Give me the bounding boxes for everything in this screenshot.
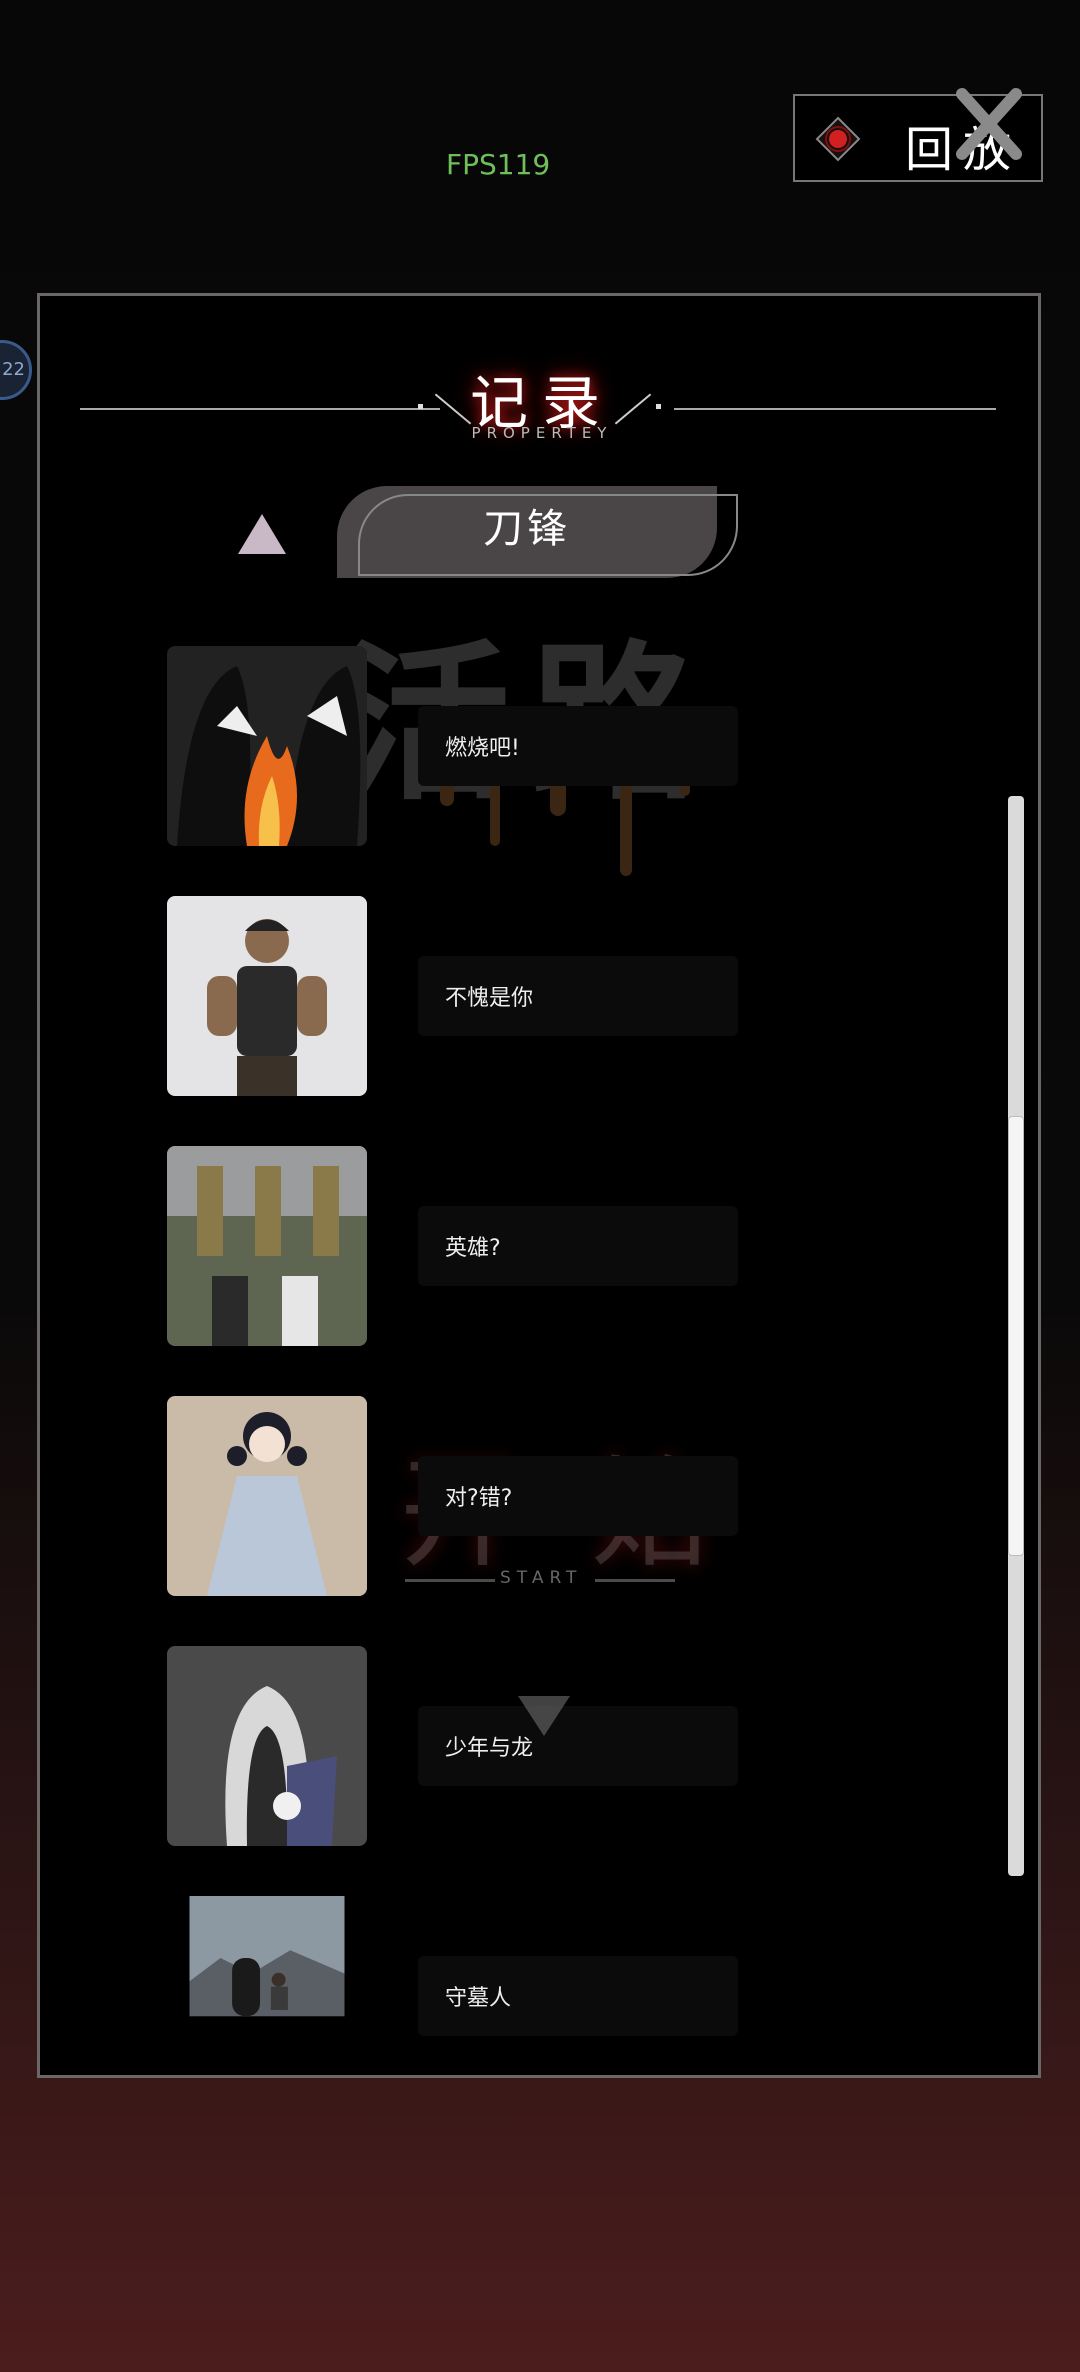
record-entry[interactable]: 英雄? bbox=[40, 1146, 1038, 1346]
entry-label: 守墓人 bbox=[445, 1986, 512, 2011]
entry-thumbnail-graveyard bbox=[189, 1896, 345, 2017]
record-panel: 记录 PROPERTEY 活路 开始 START 刀锋 燃烧吧! bbox=[37, 293, 1041, 2078]
record-entry[interactable]: 守墓人 bbox=[40, 1896, 1038, 2075]
panel-subtitle: PROPERTEY bbox=[471, 424, 613, 442]
entry-thumbnail-girl bbox=[167, 1396, 367, 1596]
entry-label: 对?错? bbox=[445, 1486, 513, 1511]
record-entry[interactable]: 对?错? bbox=[40, 1396, 1038, 1596]
record-diamond-icon bbox=[815, 116, 861, 162]
entry-label: 不愧是你 bbox=[445, 986, 534, 1011]
tab-blade-label: 刀锋 bbox=[483, 506, 571, 552]
entry-thumbnail-hooded bbox=[167, 1646, 367, 1846]
side-badge[interactable]: 22 bbox=[0, 340, 32, 400]
entry-label: 燃烧吧! bbox=[445, 736, 520, 761]
entry-thumbnail-heroes bbox=[167, 1146, 367, 1346]
fps-counter: FPS119 bbox=[446, 148, 551, 181]
entry-thumbnail-flames bbox=[167, 646, 367, 846]
entry-thumbnail-soldier bbox=[167, 896, 367, 1096]
record-entry[interactable]: 不愧是你 bbox=[40, 896, 1038, 1096]
entry-label: 英雄? bbox=[445, 1236, 501, 1261]
scroll-up-arrow-icon[interactable] bbox=[238, 514, 286, 554]
record-entry[interactable]: 燃烧吧! bbox=[40, 646, 1038, 846]
close-icon[interactable] bbox=[950, 84, 1028, 162]
scrollbar-thumb[interactable] bbox=[1008, 1116, 1024, 1556]
scroll-down-arrow-icon[interactable] bbox=[518, 1696, 570, 1736]
record-entry[interactable]: 少年与龙 bbox=[40, 1646, 1038, 1846]
